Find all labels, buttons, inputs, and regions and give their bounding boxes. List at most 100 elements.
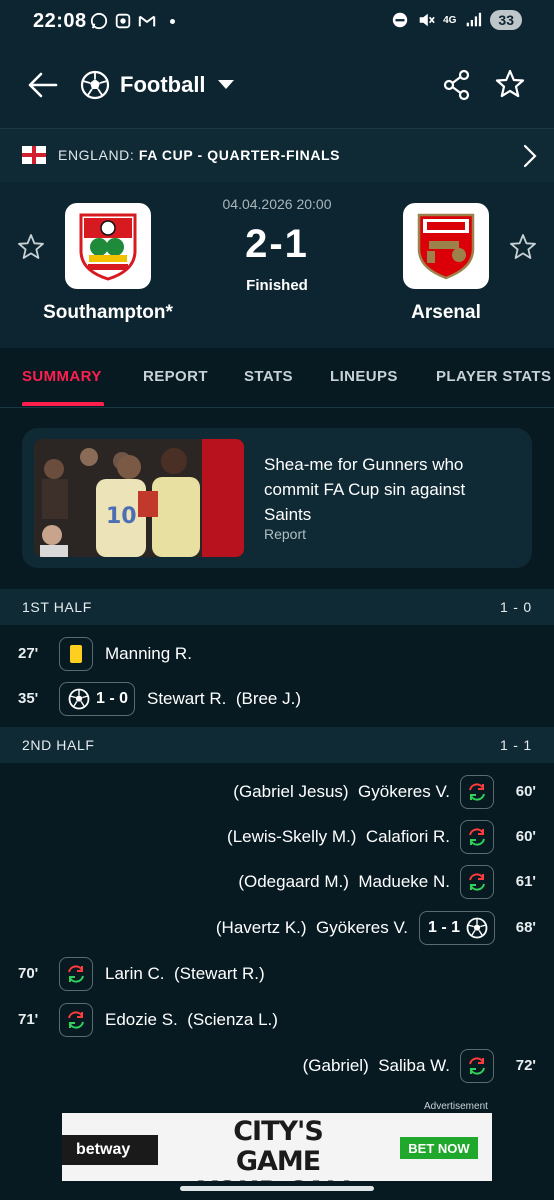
news-headline[interactable]: Shea-me for Gunners who commit FA Cup si… bbox=[264, 452, 514, 527]
goal-score-box: 1 - 0 bbox=[59, 682, 136, 716]
match-score: 2-1 bbox=[245, 222, 309, 266]
chevron-right-icon[interactable] bbox=[521, 143, 539, 169]
dnd-icon bbox=[392, 12, 408, 28]
away-team-logo[interactable] bbox=[403, 203, 489, 289]
news-source: Report bbox=[264, 526, 307, 542]
sport-selector-label[interactable]: Football bbox=[120, 72, 206, 98]
football-icon bbox=[80, 70, 110, 100]
away-favorite-star-icon[interactable] bbox=[509, 233, 537, 261]
gesture-nav-bar[interactable] bbox=[180, 1186, 374, 1191]
away-team-name[interactable]: Arsenal bbox=[356, 302, 536, 324]
event-row[interactable]: 35' 1 - 0 Stewart R. (Bree J.) bbox=[0, 679, 554, 719]
event-player[interactable]: Manning R. bbox=[105, 644, 192, 664]
tab-lineups[interactable]: LINEUPS bbox=[330, 368, 398, 385]
star-icon[interactable] bbox=[494, 68, 526, 100]
gmail-icon bbox=[138, 15, 156, 27]
event-row[interactable]: (Gabriel) Saliba W. 72' bbox=[0, 1046, 554, 1086]
match-header: Southampton* 04.04.2026 20:00 2-1 Finish… bbox=[0, 182, 554, 348]
second-half-header: 2ND HALF 1 - 1 bbox=[0, 727, 554, 763]
first-half-score: 1 - 0 bbox=[499, 599, 532, 615]
tab-player-stats[interactable]: PLAYER STATS bbox=[436, 368, 551, 385]
event-player[interactable]: Edozie S. (Scienza L.) bbox=[105, 1010, 278, 1030]
tab-stats[interactable]: STATS bbox=[244, 368, 293, 385]
screenshot-icon bbox=[115, 13, 131, 29]
event-minute: 61' bbox=[515, 873, 536, 890]
ad-brand: betway bbox=[62, 1135, 158, 1165]
arrow-back-icon[interactable] bbox=[26, 68, 60, 102]
event-player[interactable]: (Gabriel) Saliba W. bbox=[303, 1056, 450, 1076]
notification-icons bbox=[90, 12, 175, 30]
substitution-icon bbox=[460, 775, 494, 809]
goal-ball-icon bbox=[68, 688, 90, 710]
ad-cta-button[interactable]: BET NOW bbox=[400, 1137, 478, 1159]
active-tab-indicator bbox=[22, 402, 104, 406]
home-team-name[interactable]: Southampton* bbox=[18, 302, 198, 324]
news-thumbnail: 10 bbox=[34, 439, 244, 557]
goal-running-score: 1 - 0 bbox=[96, 690, 129, 707]
status-time: 22:08 bbox=[33, 10, 87, 32]
event-row[interactable]: (Lewis-Skelly M.) Calafiori R. 60' bbox=[0, 817, 554, 857]
substitution-icon bbox=[59, 957, 93, 991]
event-minute: 70' bbox=[18, 965, 39, 982]
event-player[interactable]: Larin C. (Stewart R.) bbox=[105, 964, 265, 984]
second-half-label: 2ND HALF bbox=[22, 737, 95, 753]
event-minute: 72' bbox=[515, 1057, 536, 1074]
event-player[interactable]: (Odegaard M.) Madueke N. bbox=[238, 872, 450, 892]
signal-icon bbox=[467, 12, 482, 27]
event-assist: (Bree J.) bbox=[235, 689, 301, 708]
england-flag-icon bbox=[22, 146, 46, 164]
first-half-header: 1ST HALF 1 - 0 bbox=[0, 589, 554, 625]
southampton-crest-icon bbox=[79, 213, 137, 281]
chevron-down-icon[interactable] bbox=[218, 80, 234, 89]
substitution-icon bbox=[460, 1049, 494, 1083]
first-half-label: 1ST HALF bbox=[22, 599, 92, 615]
event-minute: 35' bbox=[18, 690, 39, 707]
match-tabs: SUMMARY REPORT STATS LINEUPS PLAYER STAT… bbox=[0, 348, 554, 408]
competition-label: ENGLAND: FA CUP - QUARTER-FINALS bbox=[58, 147, 340, 163]
event-player[interactable]: (Gabriel Jesus) Gyökeres V. bbox=[233, 782, 450, 802]
competition-bar[interactable]: ENGLAND: FA CUP - QUARTER-FINALS bbox=[0, 128, 554, 182]
event-row[interactable]: 27' Manning R. bbox=[0, 634, 554, 674]
event-minute: 60' bbox=[515, 828, 536, 845]
event-player[interactable]: (Lewis-Skelly M.) Calafiori R. bbox=[227, 827, 450, 847]
competition-name: FA CUP - QUARTER-FINALS bbox=[138, 147, 341, 163]
event-row[interactable]: (Havertz K.) Gyökeres V. 1 - 1 68' bbox=[0, 908, 554, 948]
event-minute: 71' bbox=[18, 1011, 39, 1028]
event-minute: 27' bbox=[18, 645, 39, 662]
whatsapp-icon bbox=[90, 12, 108, 30]
mute-icon bbox=[419, 13, 435, 27]
status-bar: 22:08 4G 33 bbox=[0, 0, 554, 44]
match-datetime: 04.04.2026 20:00 bbox=[222, 196, 332, 212]
battery-indicator: 33 bbox=[490, 10, 522, 30]
substitution-icon bbox=[59, 1003, 93, 1037]
substitution-icon bbox=[460, 820, 494, 854]
event-player[interactable]: Stewart R. (Bree J.) bbox=[147, 689, 301, 709]
more-notifications-dot bbox=[170, 18, 175, 24]
event-row[interactable]: (Gabriel Jesus) Gyökeres V. 60' bbox=[0, 772, 554, 812]
second-half-score: 1 - 1 bbox=[499, 737, 532, 753]
arsenal-crest-icon bbox=[417, 213, 475, 280]
share-icon[interactable] bbox=[442, 68, 472, 102]
event-row[interactable]: 70' Larin C. (Stewart R.) bbox=[0, 954, 554, 994]
advertisement-banner[interactable]: betway CITY'S GAME YOUR CALL BET NOW bbox=[62, 1113, 492, 1181]
event-minute: 60' bbox=[515, 783, 536, 800]
substitution-icon bbox=[460, 865, 494, 899]
home-favorite-star-icon[interactable] bbox=[17, 233, 45, 261]
match-status: Finished bbox=[246, 277, 308, 294]
goal-ball-icon bbox=[466, 917, 488, 939]
event-minute: 68' bbox=[515, 919, 536, 936]
tab-summary[interactable]: SUMMARY bbox=[22, 368, 102, 385]
news-card[interactable]: 10 Shea-me for Gunners who commit FA Cup… bbox=[22, 428, 532, 568]
event-row[interactable]: (Odegaard M.) Madueke N. 61' bbox=[0, 862, 554, 902]
home-team-logo[interactable] bbox=[65, 203, 151, 289]
event-player[interactable]: (Havertz K.) Gyökeres V. bbox=[216, 918, 408, 938]
event-row[interactable]: 71' Edozie S. (Scienza L.) bbox=[0, 1000, 554, 1040]
system-icons: 4G 33 bbox=[391, 10, 522, 30]
tab-report[interactable]: REPORT bbox=[143, 368, 208, 385]
goal-running-score: 1 - 1 bbox=[428, 919, 461, 936]
app-bar: Football bbox=[0, 44, 554, 128]
competition-country: ENGLAND: bbox=[58, 147, 135, 163]
svg-text:10: 10 bbox=[106, 504, 137, 529]
yellow-card-icon bbox=[59, 637, 93, 671]
goal-score-box: 1 - 1 bbox=[419, 911, 496, 945]
